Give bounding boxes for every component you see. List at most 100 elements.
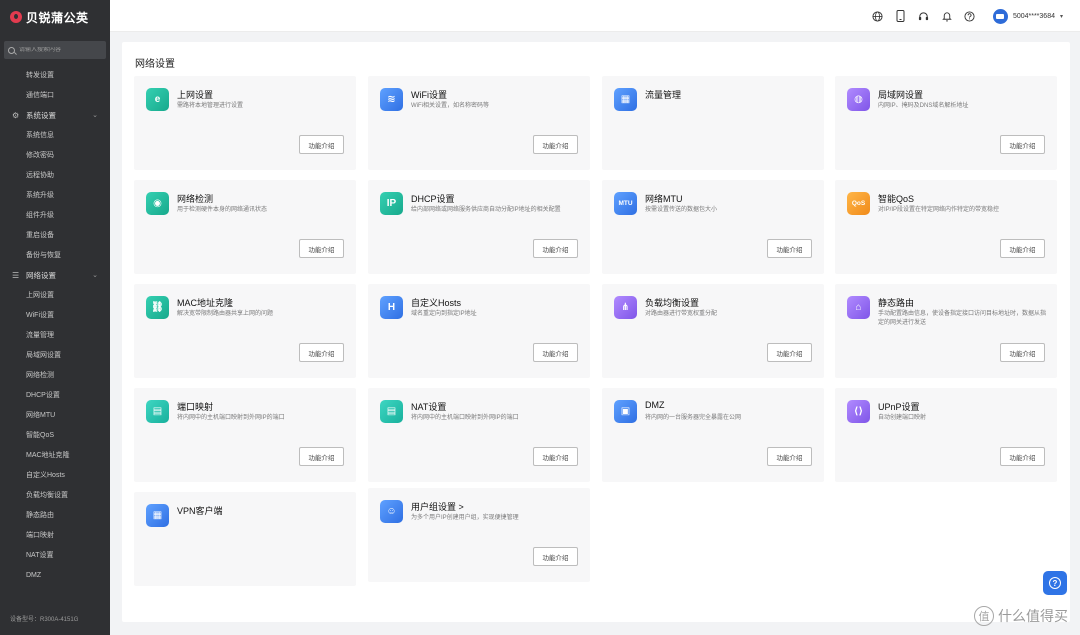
sidebar-item[interactable]: 上网设置 <box>0 285 110 305</box>
feature-card[interactable]: ☺ 用户组设置 > 为多个用户IP创建用户组，实现便捷管理 功能介绍 <box>368 488 590 582</box>
feature-card[interactable]: ◉ 网络检测 用于检测硬件本身的网络通讯状态 功能介绍 <box>134 180 356 274</box>
sidebar-item[interactable]: NAT设置 <box>0 545 110 565</box>
ip-icon: IP <box>380 192 403 215</box>
headset-icon[interactable] <box>918 10 930 22</box>
sidebar-search <box>4 41 106 59</box>
feature-card-description: 内网IP、掩码及DNS域名解析地址 <box>878 103 969 109</box>
feature-intro-button[interactable]: 功能介绍 <box>1000 239 1045 258</box>
feature-intro-button[interactable]: 功能介绍 <box>1000 343 1045 362</box>
feature-card-title: 网络检测 <box>177 194 214 204</box>
feature-card-title: MAC地址克隆 <box>177 298 233 308</box>
feature-intro-button[interactable]: 功能介绍 <box>533 343 578 362</box>
sidebar-item[interactable]: 备份与恢复 <box>0 245 110 265</box>
search-icon <box>8 46 15 54</box>
chevron-down-icon: ⌄ <box>92 272 98 279</box>
account-menu[interactable]: 5004****3684 ▾ <box>992 8 1063 24</box>
feature-card-title: 用户组设置 > <box>411 502 464 512</box>
feature-card[interactable]: MTU 网络MTU 按需设置传送的数据包大小 功能介绍 <box>602 180 824 274</box>
feature-card[interactable]: ◍ 局域网设置 内网IP、掩码及DNS域名解析地址 功能介绍 <box>835 76 1057 170</box>
sidebar-item[interactable]: MAC地址克隆 <box>0 445 110 465</box>
chevron-down-icon: ▾ <box>1059 13 1063 20</box>
sidebar-item[interactable]: 端口映射 <box>0 525 110 545</box>
feature-card[interactable]: ▦ VPN客户端 <box>134 492 356 586</box>
feature-card[interactable]: ▦ 流量管理 <box>602 76 824 170</box>
feature-card[interactable]: e 上网设置 需路将本地管理进行设置 功能介绍 <box>134 76 356 170</box>
feature-card-title: 网络MTU <box>645 194 683 204</box>
feature-card-title: DMZ <box>645 400 665 410</box>
feature-intro-button[interactable]: 功能介绍 <box>299 343 344 362</box>
feature-intro-button[interactable]: 功能介绍 <box>533 547 578 566</box>
globe-icon[interactable] <box>872 10 884 22</box>
feature-card[interactable]: ⟨⟩ UPnP设置 自动创建端口映射 功能介绍 <box>835 388 1057 482</box>
sidebar-item[interactable]: 远程协助 <box>0 165 110 185</box>
users-icon: ☺ <box>380 500 403 523</box>
feature-intro-button[interactable]: 功能介绍 <box>1000 447 1045 466</box>
account-name: 5004****3684 <box>1012 12 1055 20</box>
sidebar-item[interactable]: 转发设置 <box>0 65 110 85</box>
feature-intro-button[interactable]: 功能介绍 <box>1000 135 1045 154</box>
feature-card-description: 给内部网络或网络服务供应商自动分配IP地址的相关配置 <box>411 207 561 213</box>
page-title: 网络设置 <box>135 59 175 70</box>
sidebar-item[interactable]: 自定义Hosts <box>0 465 110 485</box>
search-input[interactable] <box>19 47 99 53</box>
sidebar-item[interactable]: 修改密码 <box>0 145 110 165</box>
sidebar-group-2[interactable]: ⚙ 系统设置 ⌄ <box>0 105 110 125</box>
feature-intro-button[interactable]: 功能介绍 <box>533 239 578 258</box>
feature-intro-button[interactable]: 功能介绍 <box>533 447 578 466</box>
feature-card-title: VPN客户端 <box>177 506 223 516</box>
sidebar-item[interactable]: 局域网设置 <box>0 345 110 365</box>
nodes-icon: ⋔ <box>614 296 637 319</box>
feature-intro-button[interactable]: 功能介绍 <box>299 447 344 466</box>
sidebar-item[interactable]: 智能QoS <box>0 425 110 445</box>
feature-intro-button[interactable]: 功能介绍 <box>767 343 812 362</box>
feature-card[interactable]: ⌂ 静态路由 手动配置路由信息，使设备指定接口访问目标地址时，数据从指定的网关进行发… <box>835 284 1057 378</box>
feature-intro-button[interactable]: 功能介绍 <box>767 447 812 466</box>
sidebar-item[interactable]: DMZ <box>0 565 110 585</box>
device-model: 设备型号：R300A-4151G <box>10 617 79 623</box>
help-icon[interactable] <box>964 10 976 22</box>
feature-card-description: 将内网的一台服务器完全暴露在公网 <box>645 415 742 421</box>
feature-card[interactable]: ⋔ 负载均衡设置 对路由器进行带宽权重分配 功能介绍 <box>602 284 824 378</box>
sidebar-item[interactable]: 系统信息 <box>0 125 110 145</box>
feature-card-description: 需路将本地管理进行设置 <box>177 103 244 109</box>
sidebar-item[interactable]: WiFi设置 <box>0 305 110 325</box>
sidebar-item[interactable]: 系统升级 <box>0 185 110 205</box>
chevron-down-icon: ⌄ <box>92 112 98 119</box>
top-bar: 5004****3684 ▾ <box>110 0 1080 32</box>
feature-card[interactable]: ⛓ MAC地址克隆 解决宽带限制路由器共享上网的问题 功能介绍 <box>134 284 356 378</box>
sidebar-item[interactable]: 负载均衡设置 <box>0 485 110 505</box>
floating-help-button[interactable]: ? <box>1043 571 1067 595</box>
brand-logo[interactable]: 贝锐蒲公英 <box>0 0 110 34</box>
sidebar-item[interactable]: 网络MTU <box>0 405 110 425</box>
feature-card[interactable]: IP DHCP设置 给内部网络或网络服务供应商自动分配IP地址的相关配置 功能介绍 <box>368 180 590 274</box>
feature-card-description: 将内网中的主机端口映射到外网IP的端口 <box>177 415 285 421</box>
feature-intro-button[interactable]: 功能介绍 <box>533 135 578 154</box>
bell-icon[interactable] <box>941 10 953 22</box>
sidebar-item[interactable]: 静态路由 <box>0 505 110 525</box>
sidebar-item[interactable]: 通信端口 <box>0 85 110 105</box>
question-icon: ? <box>1049 577 1061 589</box>
feature-card[interactable]: QoS 智能QoS 对IP/IP段设置在特定网络内作特定的带宽稳控 功能介绍 <box>835 180 1057 274</box>
network-settings-panel: 网络设置 e 上网设置 需路将本地管理进行设置 功能介绍 ≋ WiFi设置 WiFi相关设置… <box>122 42 1070 622</box>
feature-card-title: UPnP设置 <box>878 402 920 412</box>
sidebar-item[interactable]: 流量管理 <box>0 325 110 345</box>
feature-card[interactable]: ▤ 端口映射 将内网中的主机端口映射到外网IP的端口 功能介绍 <box>134 388 356 482</box>
port-icon: ▤ <box>146 400 169 423</box>
sidebar-item[interactable]: 组件升级 <box>0 205 110 225</box>
sidebar-group-10[interactable]: ☰ 网络设置 ⌄ <box>0 265 110 285</box>
feature-card-title: 局域网设置 <box>878 90 924 100</box>
phone-icon[interactable] <box>895 10 907 22</box>
feature-card[interactable]: H 自定义Hosts 域名重定向到指定IP地址 功能介绍 <box>368 284 590 378</box>
sidebar-item[interactable]: 网络检测 <box>0 365 110 385</box>
feature-intro-button[interactable]: 功能介绍 <box>299 239 344 258</box>
feature-intro-button[interactable]: 功能介绍 <box>299 135 344 154</box>
sidebar-item[interactable]: 重启设备 <box>0 225 110 245</box>
sidebar-group-label: 网络设置 <box>26 270 56 280</box>
feature-card[interactable]: ▣ DMZ 将内网的一台服务器完全暴露在公网 功能介绍 <box>602 388 824 482</box>
feature-card[interactable]: ▤ NAT设置 将内网中的主机端口映射到外网IP的端口 功能介绍 <box>368 388 590 482</box>
link-icon: ⛓ <box>146 296 169 319</box>
feature-card[interactable]: ≋ WiFi设置 WiFi相关设置，如名称密码等 功能介绍 <box>368 76 590 170</box>
e-icon: e <box>146 88 169 111</box>
sidebar-item[interactable]: DHCP设置 <box>0 385 110 405</box>
feature-intro-button[interactable]: 功能介绍 <box>767 239 812 258</box>
